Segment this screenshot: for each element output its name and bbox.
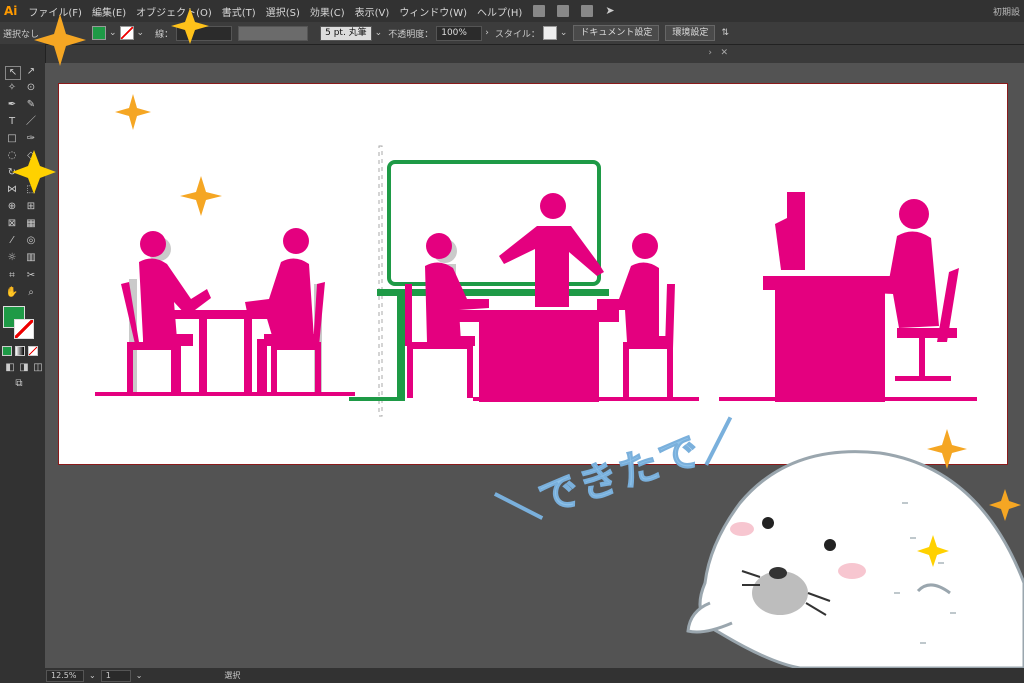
selection-status: 選択なし [3,29,40,40]
arrange-documents-icon[interactable] [581,5,594,17]
style-swatch[interactable] [542,26,557,40]
none-mode-icon[interactable] [28,346,38,356]
stock-icon[interactable] [557,5,570,17]
opacity-field[interactable]: 100% [436,25,483,41]
workspace-switcher[interactable]: 初期設 [993,5,1020,18]
desk-worker-illustration [719,192,977,402]
lasso-tool-icon[interactable]: ⊙ [24,82,38,94]
perspective-grid-tool-icon[interactable]: ⊞ [24,201,38,213]
variable-width-field[interactable] [238,25,309,41]
line-tool-icon[interactable]: ／ [24,116,38,128]
stroke-color-swatch[interactable] [14,319,34,339]
chevron-down-icon[interactable]: ⌄ [375,28,383,38]
meeting-pair-illustration [95,228,355,396]
chevron-right-icon[interactable]: › [485,28,489,38]
shaper-tool-icon[interactable]: ◌ [5,150,19,162]
artwork [95,94,977,417]
brush-field[interactable]: 5 pt. 丸筆 [320,25,372,41]
opacity-label: 不透明度： [388,29,434,40]
preferences-button[interactable]: 環境設定 [665,25,716,41]
menu-window[interactable]: ウィンドウ(W) [394,4,472,19]
shape-builder-tool-icon[interactable]: ⊕ [5,201,19,213]
chevron-down-icon[interactable]: ⌄ [136,671,143,680]
stroke-weight-field[interactable] [176,25,233,41]
guide-line [378,145,383,417]
close-icon[interactable]: ✕ [720,48,728,58]
graph-tool-icon[interactable]: ▥ [24,252,38,264]
menu-object[interactable]: オブジェクト(O) [131,4,217,19]
draw-behind-icon[interactable]: ◨ [17,362,31,374]
draw-inside-icon[interactable]: ◫ [31,362,45,374]
chevron-down-icon[interactable]: ⌄ [137,28,145,38]
screen-mode-icon[interactable]: ⧉ [12,378,26,390]
toolbox: ↖ ↗ ✧ ⊙ ✒ ✎ T ／ □ ✑ ◌ ◇ ↻ ⤡ ⋈ ⬚ ⊕ ⊞ ⊠ ▦ … [0,44,46,668]
send-icon[interactable]: ➤ [605,5,617,17]
status-bar: 12.5% ⌄ 1 ⌄ 選択 [0,668,1024,683]
rotate-tool-icon[interactable]: ↻ [5,167,19,179]
scale-tool-icon[interactable]: ⤡ [24,167,38,179]
fill-swatch[interactable] [92,26,106,40]
floating-sparkles [917,429,1021,567]
chevron-down-icon[interactable]: ⌄ [89,671,96,680]
pen-tool-icon[interactable]: ✒ [5,99,19,111]
gradient-tool-icon[interactable]: ▦ [24,218,38,230]
menu-file[interactable]: ファイル(F) [23,4,87,19]
eyedropper-tool-icon[interactable]: ⁄ [5,235,19,247]
rectangle-tool-icon[interactable]: □ [5,133,19,145]
menu-help[interactable]: ヘルプ(H) [472,4,527,19]
zoom-tool-icon[interactable]: ⌕ [24,287,38,299]
paintbrush-tool-icon[interactable]: ✑ [24,133,38,145]
app-logo: Ai [4,4,18,18]
width-tool-icon[interactable]: ⋈ [5,184,19,196]
collapse-icon[interactable]: › [708,48,712,58]
arrange-icon[interactable]: ⇅ [721,28,729,38]
direct-selection-tool-icon[interactable]: ↗ [24,66,38,78]
bridge-icon[interactable] [533,5,546,17]
stroke-label: 線： [155,29,174,40]
gradient-mode-icon[interactable] [15,346,25,356]
artboard[interactable] [58,83,1008,465]
curvature-tool-icon[interactable]: ✎ [24,99,38,111]
chevron-down-icon[interactable]: ⌄ [560,28,568,38]
symbol-sprayer-tool-icon[interactable]: ☼ [5,252,19,264]
style-label: スタイル： [494,29,540,40]
mesh-tool-icon[interactable]: ⊠ [5,218,19,230]
menu-effect[interactable]: 効果(C) [305,4,350,19]
stroke-swatch[interactable] [119,26,134,40]
document-setup-button[interactable]: ドキュメント設定 [573,25,660,41]
menu-view[interactable]: 表示(V) [350,4,395,19]
hand-tool-icon[interactable]: ✋ [5,287,19,299]
menu-type[interactable]: 書式(T) [217,4,261,19]
sparkle-decorations [115,94,222,216]
blend-tool-icon[interactable]: ◎ [24,235,38,247]
current-tool-status: 選択 [224,671,241,680]
draw-normal-icon[interactable]: ◧ [3,362,17,374]
zoom-field[interactable]: 12.5% [46,669,84,682]
free-transform-tool-icon[interactable]: ⬚ [24,184,38,196]
chevron-down-icon[interactable]: ⌄ [109,28,117,38]
slice-tool-icon[interactable]: ✂ [24,270,38,282]
document-tab-bar: › ✕ [45,45,1024,63]
magic-wand-tool-icon[interactable]: ✧ [5,82,19,94]
presentation-illustration [349,145,699,417]
selection-tool-icon[interactable]: ↖ [5,66,21,80]
menu-bar: Ai ファイル(F) 編集(E) オブジェクト(O) 書式(T) 選択(S) 効… [0,0,1024,22]
eraser-tool-icon[interactable]: ◇ [24,150,38,162]
color-mode-icon[interactable] [2,346,12,356]
menu-select[interactable]: 選択(S) [261,4,305,19]
type-tool-icon[interactable]: T [5,116,19,128]
control-bar: 選択なし ⌄ ⌄ 線： 5 pt. 丸筆 ⌄ 不透明度： 100% › スタイル… [0,22,1024,45]
artboard-number-field[interactable]: 1 [100,669,131,682]
artboard-tool-icon[interactable]: ⌗ [5,270,19,282]
caption: ＼できたで／ [493,414,748,590]
menu-edit[interactable]: 編集(E) [87,4,131,19]
